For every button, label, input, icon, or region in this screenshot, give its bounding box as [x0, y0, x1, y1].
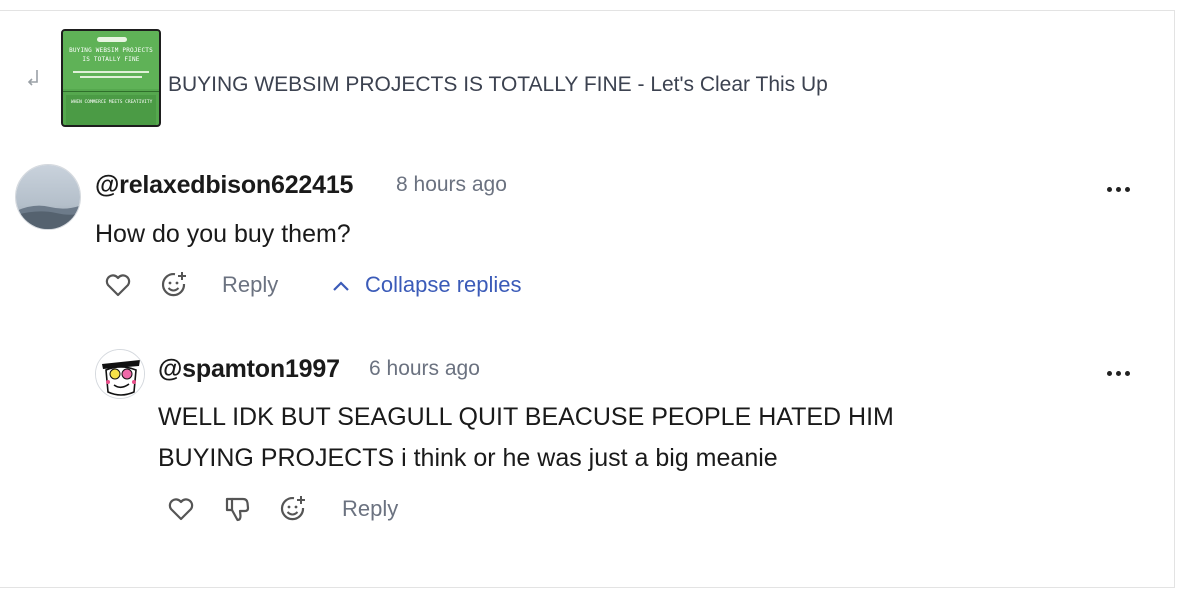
comment-thread-card: BUYING WEBSIM PROJECTS IS TOTALLY FINE W… [0, 10, 1175, 588]
comment-body-line: BUYING PROJECTS i think or he was just a… [158, 444, 778, 472]
comment-timestamp: 6 hours ago [369, 357, 480, 380]
avatar-character-image [96, 350, 144, 398]
avatar[interactable] [95, 349, 145, 399]
comment-body-line: WELL IDK BUT SEAGULL QUIT BEACUSE PEOPLE… [158, 403, 894, 431]
reply-button[interactable]: Reply [342, 496, 398, 522]
more-options-icon[interactable] [1107, 370, 1133, 378]
heart-icon[interactable] [166, 494, 196, 524]
thumbs-down-icon[interactable] [222, 494, 252, 524]
reply-comment: @spamton1997 6 hours ago WELL IDK BUT SE… [0, 11, 1174, 571]
comment-username[interactable]: @spamton1997 [158, 355, 340, 384]
emoji-add-icon[interactable] [278, 494, 308, 524]
